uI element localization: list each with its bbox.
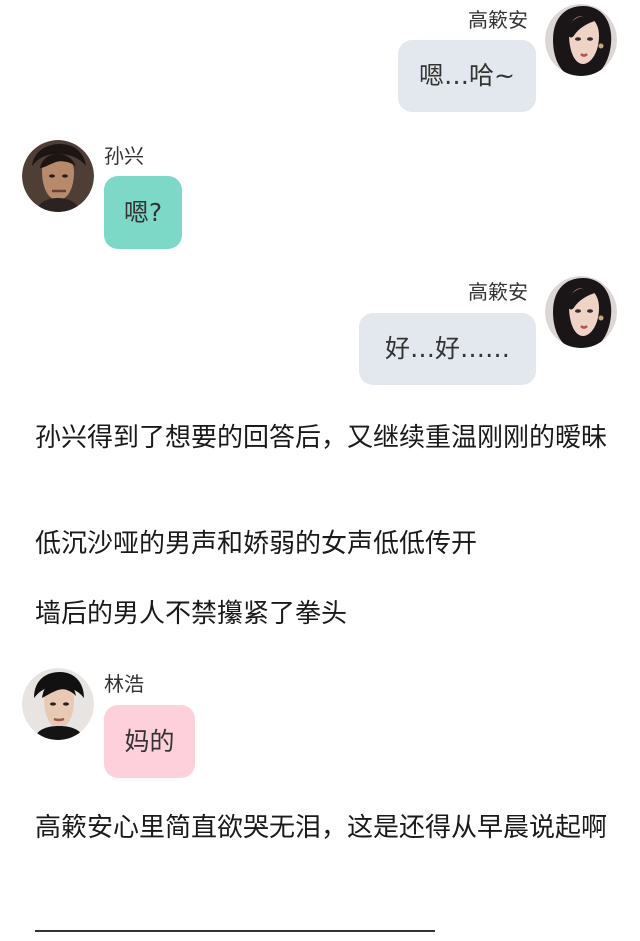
message-bubble: 嗯…哈~ [398,40,536,112]
narration-paragraph: 低沉沙哑的男声和娇弱的女声低低传开 [35,529,478,559]
message-text: 嗯…哈~ [419,61,515,90]
message-bubble: 妈的 [104,705,195,778]
narration-paragraph: 孙兴得到了想要的回答后，又继续重温刚刚的暧昧 [35,423,608,453]
bottom-divider [35,930,435,932]
speaker-name: 林浩 [104,672,144,696]
chat-story-page: 高簌安 嗯…哈~ 孙兴 嗯? 高簌安 好…好…… 孙兴得到了想要的回答后，又继续… [0,0,640,941]
message-text: 妈的 [124,726,175,756]
woman-avatar [545,276,617,348]
man-avatar [22,668,94,740]
message-bubble: 嗯? [104,176,182,249]
message-text: 嗯? [123,197,163,227]
speaker-name: 高簌安 [468,280,528,304]
message-text: 好…好…… [384,334,510,363]
speaker-name: 孙兴 [104,144,144,168]
message-bubble: 好…好…… [359,313,536,385]
man-avatar [22,140,94,212]
woman-avatar [545,4,617,76]
speaker-name: 高簌安 [468,8,528,32]
narration-paragraph: 高簌安心里简直欲哭无泪，这是还得从早晨说起啊 [35,813,608,843]
narration-paragraph: 墙后的男人不禁攥紧了拳头 [35,599,348,629]
